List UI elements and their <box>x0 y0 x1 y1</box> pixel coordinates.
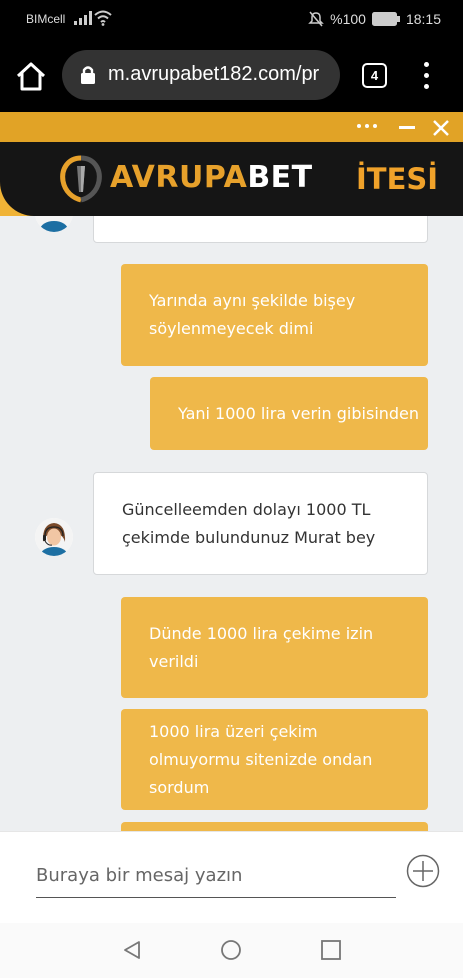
address-bar[interactable]: m.avrupabet182.com/pr <box>62 50 340 100</box>
mute-icon <box>308 11 324 27</box>
banner-text-right: İTESİ <box>356 162 439 196</box>
message-input[interactable] <box>36 854 396 898</box>
wifi-icon <box>94 10 112 26</box>
agent-avatar-icon <box>35 518 73 556</box>
brand-name: AVRUPABET <box>110 160 313 195</box>
status-bar: BIMcell %100 18:15 <box>0 0 463 38</box>
overflow-menu-icon[interactable] <box>418 62 434 90</box>
home-icon[interactable] <box>14 60 48 94</box>
message-text: 1000 lira üzeri çekim olmuyormu sitenizd… <box>149 721 373 797</box>
message-agent: Güncelleemden dolayı 1000 TL çekimde bul… <box>93 472 428 575</box>
home-nav-icon[interactable] <box>220 939 242 961</box>
message-text: Yarında aynı şekilde bişey söylenmeyecek… <box>149 291 356 338</box>
browser-toolbar: m.avrupabet182.com/pr 4 <box>0 38 463 112</box>
lock-icon <box>81 66 95 84</box>
battery-percent: %100 <box>330 11 366 27</box>
tab-switcher-button[interactable]: 4 <box>362 63 387 88</box>
close-icon[interactable] <box>432 119 450 137</box>
url-text: m.avrupabet182.com/pr <box>108 63 320 85</box>
message-user <box>121 822 428 831</box>
agent-avatar <box>35 216 73 232</box>
message-text: Dünde 1000 lira çekime izin verildi <box>149 623 374 671</box>
system-nav-bar <box>0 923 463 978</box>
chat-widget-header <box>0 112 463 142</box>
back-icon[interactable] <box>121 939 143 961</box>
brand-logo-icon <box>60 155 102 203</box>
clock: 18:15 <box>405 11 441 27</box>
chat-messages[interactable]: Yarında aynı şekilde bişey söylenmeyecek… <box>0 216 463 831</box>
message-agent <box>93 216 428 243</box>
add-attachment-icon[interactable] <box>406 854 440 888</box>
agent-avatar-icon <box>35 216 73 232</box>
carrier-name: BIMcell <box>26 12 66 26</box>
signal-icon <box>74 11 92 25</box>
recents-icon[interactable] <box>320 939 342 961</box>
brand-banner: AVRUPABET İTESİ <box>0 142 463 216</box>
message-user: Dünde 1000 lira çekime izin verildi <box>121 597 428 698</box>
more-options-icon[interactable] <box>357 124 377 128</box>
minimize-icon[interactable] <box>399 126 415 129</box>
message-user: Yarında aynı şekilde bişey söylenmeyecek… <box>121 264 428 366</box>
message-composer <box>0 831 463 923</box>
message-text: Güncelleemden dolayı 1000 TL çekimde bul… <box>122 499 376 547</box>
battery-icon <box>371 12 400 26</box>
message-text: Yani 1000 lira verin gibisinden <box>178 403 420 423</box>
agent-avatar <box>35 518 73 556</box>
message-user: Yani 1000 lira verin gibisinden <box>150 377 428 450</box>
message-user: 1000 lira üzeri çekim olmuyormu sitenizd… <box>121 709 428 810</box>
